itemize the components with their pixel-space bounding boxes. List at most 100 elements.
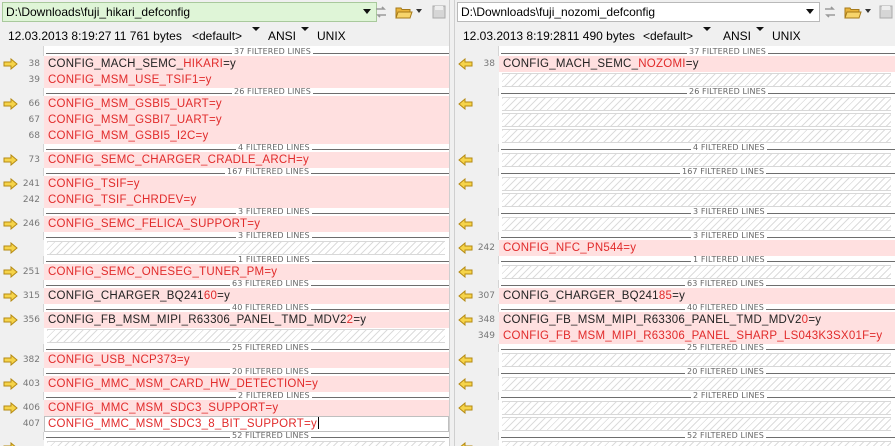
- swap-icon[interactable]: [821, 3, 839, 21]
- line-text[interactable]: CONFIG_TSIF=y: [48, 176, 140, 192]
- left-profile[interactable]: <default>: [192, 27, 242, 46]
- text-cursor: [317, 417, 319, 429]
- diff-placeholder-row[interactable]: [455, 352, 895, 368]
- diff-line[interactable]: 66 CONFIG_MSM_GSBI5_UART=y: [0, 96, 449, 112]
- line-text[interactable]: CONFIG_MSM_GSBI5_UART=y: [48, 96, 222, 112]
- encoding-chevron-icon[interactable]: [756, 27, 764, 31]
- gutter-cell: [455, 72, 499, 88]
- diff-placeholder-row[interactable]: [455, 96, 895, 112]
- diff-line[interactable]: 251 CONFIG_SEMC_ONESEG_TUNER_PM=y: [0, 264, 449, 280]
- diff-line[interactable]: 246 CONFIG_SEMC_FELICA_SUPPORT=y: [0, 216, 449, 232]
- line-text[interactable]: CONFIG_SEMC_FELICA_SUPPORT=y: [48, 216, 260, 232]
- left-encoding[interactable]: ANSI: [268, 27, 296, 46]
- open-menu-chevron-icon[interactable]: [865, 9, 871, 13]
- diff-line[interactable]: 307 CONFIG_CHARGER_BQ24185=y: [455, 288, 895, 304]
- missing-lines-hatch: [47, 441, 445, 446]
- diff-placeholder-row[interactable]: [455, 112, 895, 128]
- line-text[interactable]: CONFIG_MMC_MSM_SDC3_SUPPORT=y: [48, 400, 278, 416]
- diff-placeholder-row[interactable]: [455, 416, 895, 432]
- diff-line[interactable]: 67 CONFIG_MSM_GSBI7_UART=y: [0, 112, 449, 128]
- diff-placeholder-row[interactable]: [455, 376, 895, 392]
- changed-text: 60: [203, 290, 218, 302]
- profile-chevron-icon[interactable]: [703, 27, 711, 31]
- left-diff-view[interactable]: 37 FILTERED LINES 26 FILTERED LINES 4 FILT…: [0, 46, 449, 446]
- diff-line[interactable]: 39 CONFIG_MSM_USE_TSIF1=y: [0, 72, 449, 88]
- line-number: 403: [22, 379, 40, 389]
- diff-line[interactable]: 38 CONFIG_MACH_SEMC_HIKARI=y: [0, 56, 449, 72]
- chevron-down-icon[interactable]: [363, 9, 371, 14]
- changed-text: 85: [658, 290, 673, 302]
- right-profile[interactable]: <default>: [643, 27, 693, 46]
- diff-placeholder-row[interactable]: [455, 400, 895, 416]
- line-text[interactable]: CONFIG_TSIF_CHRDEV=y: [48, 192, 196, 208]
- line-text[interactable]: CONFIG_USB_NCP373=y: [48, 352, 190, 368]
- line-text[interactable]: CONFIG_MSM_GSBI7_UART=y: [48, 112, 222, 128]
- right-encoding[interactable]: ANSI: [723, 27, 751, 46]
- line-text[interactable]: CONFIG_FB_MSM_MIPI_R63306_PANEL_TMD_MDV2…: [503, 312, 821, 328]
- right-path-field[interactable]: D:\Downloads\fuji_nozomi_defconfig: [457, 2, 820, 22]
- diff-line[interactable]: 356 CONFIG_FB_MSM_MIPI_R63306_PANEL_TMD_M…: [0, 312, 449, 328]
- diff-placeholder-row[interactable]: [455, 128, 895, 144]
- open-menu-chevron-icon[interactable]: [416, 9, 422, 13]
- line-text[interactable]: CONFIG_MACH_SEMC_HIKARI=y: [48, 56, 236, 72]
- line-text[interactable]: CONFIG_MSM_GSBI5_I2C=y: [48, 128, 208, 144]
- diff-line[interactable]: 68 CONFIG_MSM_GSBI5_I2C=y: [0, 128, 449, 144]
- diff-placeholder-row[interactable]: [455, 192, 895, 208]
- line-text[interactable]: CONFIG_FB_MSM_MIPI_R63306_PANEL_TMD_MDV2…: [48, 312, 366, 328]
- diff-line[interactable]: 348 CONFIG_FB_MSM_MIPI_R63306_PANEL_TMD_M…: [455, 312, 895, 328]
- save-icon[interactable]: [877, 3, 895, 21]
- diff-placeholder-row[interactable]: [0, 440, 449, 446]
- diff-line[interactable]: 349 CONFIG_FB_MSM_MIPI_R63306_PANEL_SHARP…: [455, 328, 895, 344]
- line-text[interactable]: CONFIG_CHARGER_BQ24160=y: [48, 288, 230, 304]
- swap-icon[interactable]: [372, 3, 390, 21]
- open-folder-icon[interactable]: [395, 3, 413, 21]
- line-text[interactable]: CONFIG_SEMC_CHARGER_CRADLE_ARCH=y: [48, 152, 309, 168]
- diff-placeholder-row[interactable]: [0, 328, 449, 344]
- gutter-cell: [0, 328, 44, 344]
- diff-placeholder-row[interactable]: [455, 72, 895, 88]
- line-number: 39: [28, 75, 40, 85]
- changed-text: NOZOMI: [638, 58, 686, 70]
- right-path-text: D:\Downloads\fuji_nozomi_defconfig: [461, 5, 656, 19]
- line-text[interactable]: CONFIG_NFC_PN544=y: [503, 240, 636, 256]
- chevron-down-icon[interactable]: [806, 9, 814, 14]
- diff-placeholder-row[interactable]: [455, 152, 895, 168]
- diff-placeholder-row[interactable]: [455, 176, 895, 192]
- line-text[interactable]: CONFIG_MMC_MSM_SDC3_8_BIT_SUPPORT=y: [48, 416, 319, 432]
- diff-line[interactable]: 315 CONFIG_CHARGER_BQ24160=y: [0, 288, 449, 304]
- line-text[interactable]: CONFIG_MACH_SEMC_NOZOMI=y: [503, 56, 699, 72]
- left-path-field[interactable]: D:\Downloads\fuji_hikari_defconfig: [2, 2, 377, 22]
- line-text[interactable]: CONFIG_FB_MSM_MIPI_R63306_PANEL_SHARP_LS…: [503, 328, 882, 344]
- line-text[interactable]: CONFIG_SEMC_ONESEG_TUNER_PM=y: [48, 264, 277, 280]
- line-text[interactable]: CONFIG_CHARGER_BQ24185=y: [503, 288, 685, 304]
- diff-line[interactable]: 241 CONFIG_TSIF=y: [0, 176, 449, 192]
- diff-placeholder-row[interactable]: [455, 216, 895, 232]
- changed-text: CONFIG_MSM_USE_TSIF1=y: [48, 74, 212, 86]
- diff-line[interactable]: 73 CONFIG_SEMC_CHARGER_CRADLE_ARCH=y: [0, 152, 449, 168]
- right-line-endings[interactable]: UNIX: [772, 27, 801, 46]
- diff-line[interactable]: 382 CONFIG_USB_NCP373=y: [0, 352, 449, 368]
- line-number: 307: [477, 291, 495, 301]
- profile-chevron-icon[interactable]: [252, 27, 260, 31]
- diff-line[interactable]: 242 CONFIG_TSIF_CHRDEV=y: [0, 192, 449, 208]
- encoding-chevron-icon[interactable]: [301, 27, 309, 31]
- left-line-endings[interactable]: UNIX: [317, 27, 346, 46]
- diff-line[interactable]: 406 CONFIG_MMC_MSM_SDC3_SUPPORT=y: [0, 400, 449, 416]
- save-icon[interactable]: [430, 3, 448, 21]
- changed-text: CONFIG_MSM_GSBI5_I2C=y: [48, 130, 209, 142]
- diff-placeholder-row[interactable]: [455, 440, 895, 446]
- diff-line[interactable]: 38 CONFIG_MACH_SEMC_NOZOMI=y: [455, 56, 895, 72]
- diff-line[interactable]: 407 CONFIG_MMC_MSM_SDC3_8_BIT_SUPPORT=y: [0, 416, 449, 432]
- diff-placeholder-row[interactable]: [455, 264, 895, 280]
- diff-line[interactable]: 242 CONFIG_NFC_PN544=y: [455, 240, 895, 256]
- diff-placeholder-row[interactable]: [0, 240, 449, 256]
- right-diff-view[interactable]: 37 FILTERED LINES 26 FILTERED LINES 4 FILT…: [455, 46, 895, 446]
- changed-text: CONFIG_SEMC_FELICA_SUPPORT=y: [48, 218, 261, 230]
- changed-text: HIKARI: [183, 58, 224, 70]
- line-text[interactable]: CONFIG_MMC_MSM_CARD_HW_DETECTION=y: [48, 376, 318, 392]
- unchanged-text: =y: [672, 290, 686, 302]
- right-pane: D:\Downloads\fuji_nozomi_defconfig 12.03…: [455, 0, 895, 446]
- line-text[interactable]: CONFIG_MSM_USE_TSIF1=y: [48, 72, 212, 88]
- open-folder-icon[interactable]: [844, 3, 862, 21]
- diff-line[interactable]: 403 CONFIG_MMC_MSM_CARD_HW_DETECTION=y: [0, 376, 449, 392]
